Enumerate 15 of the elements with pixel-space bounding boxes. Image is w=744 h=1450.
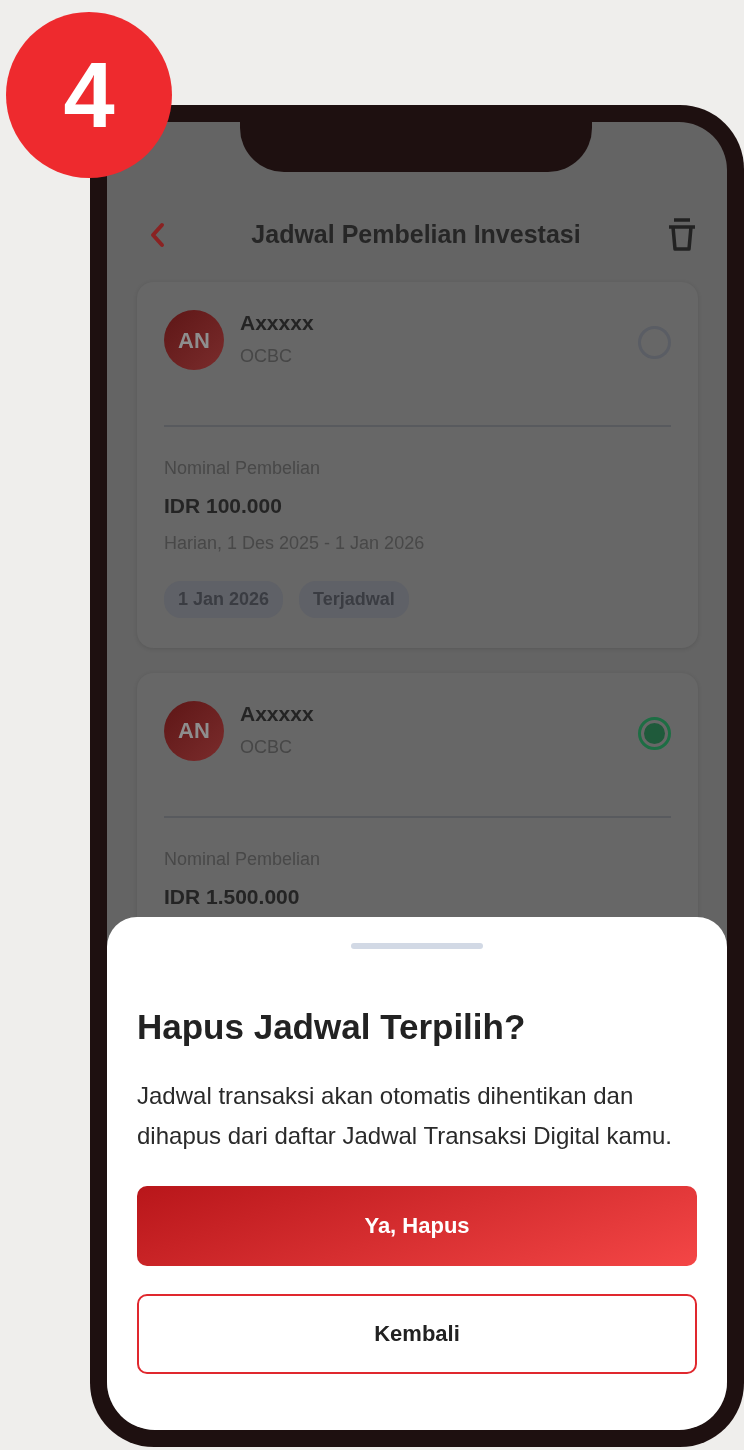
account-name: Axxxxx xyxy=(240,310,315,336)
drag-handle[interactable] xyxy=(351,943,483,949)
amount-value: IDR 100.000 xyxy=(164,493,283,520)
dialog-title: Hapus Jadwal Terpilih? xyxy=(137,1006,527,1048)
radio-button[interactable] xyxy=(638,716,671,750)
back-button[interactable] xyxy=(149,221,165,248)
step-number-badge: 4 xyxy=(6,12,172,178)
avatar-initials: AN xyxy=(164,700,224,761)
avatar-initials: AN xyxy=(164,310,224,370)
account-name: Axxxxx xyxy=(240,700,315,726)
amount-value: IDR 1.500.000 xyxy=(164,883,301,910)
confirm-delete-button[interactable]: Ya, Hapus xyxy=(137,1185,697,1266)
trash-icon[interactable] xyxy=(667,217,697,252)
page-title: Jadwal Pembelian Investasi xyxy=(251,218,581,250)
back-button[interactable]: Kembali xyxy=(137,1293,697,1374)
